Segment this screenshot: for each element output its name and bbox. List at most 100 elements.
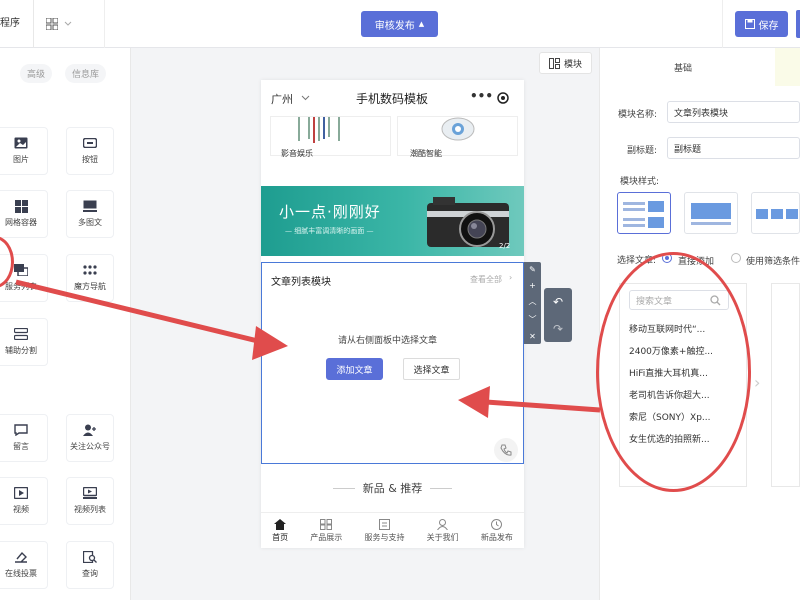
radio-use-filter[interactable]	[731, 253, 741, 263]
add-icon[interactable]: +	[529, 281, 536, 290]
grid-style-icon	[756, 209, 798, 219]
camera-device-image	[441, 117, 475, 141]
component-cube-nav[interactable]: 魔方导航	[66, 254, 114, 302]
card-style-icon	[691, 203, 731, 225]
component-grid-container[interactable]: 网格容器	[0, 190, 48, 238]
component-label: 魔方导航	[74, 282, 106, 291]
save-button[interactable]: 保存	[735, 11, 788, 37]
style-option-2[interactable]	[684, 192, 738, 234]
clock-icon	[491, 518, 503, 530]
button-icon	[83, 137, 97, 149]
image-icon	[14, 137, 28, 149]
undo-redo-panel: ↶ ↷	[544, 288, 572, 342]
move-up-icon[interactable]: ︿	[529, 296, 537, 307]
tab-info-library[interactable]: 信息库	[65, 64, 107, 83]
style-option-1[interactable]	[617, 192, 671, 234]
divider-icon	[14, 328, 28, 340]
component-follow-account[interactable]: 关注公众号	[66, 414, 114, 462]
component-query[interactable]: 查询	[66, 541, 114, 589]
component-label: 留言	[13, 442, 29, 451]
nav-about[interactable]: 关于我们	[427, 518, 459, 543]
component-label: 按钮	[82, 155, 98, 164]
subtitle-input[interactable]: 副标题	[667, 137, 800, 159]
publish-label: 审核发布	[374, 20, 415, 32]
tab-style-settings[interactable]	[775, 48, 800, 86]
module-name-value: 文章列表模块	[674, 108, 729, 119]
chevron-down-icon	[64, 21, 72, 26]
nav-service[interactable]: 服务与支持	[364, 518, 405, 543]
target-icon	[497, 92, 509, 104]
service-list-icon	[14, 264, 28, 276]
comment-icon	[14, 424, 28, 436]
banner-pager: 2/2	[499, 242, 511, 250]
component-label: 视频	[13, 505, 29, 514]
component-image[interactable]: 图片	[0, 127, 48, 175]
banner-subtitle: — 细腻丰富调清晰的画面 —	[285, 227, 374, 235]
transfer-arrow-icon[interactable]: ›	[754, 373, 760, 392]
component-label: 多图文	[78, 218, 102, 227]
chevron-right-icon: ›	[509, 273, 513, 282]
nav-new-release[interactable]: 新品发布	[481, 518, 513, 543]
select-article-button[interactable]: 选择文章	[403, 358, 460, 380]
banner-title: 小一点·刚刚好	[279, 203, 381, 221]
move-down-icon[interactable]: ﹀	[529, 314, 537, 325]
app-name-label: 程序	[0, 0, 34, 48]
edit-icon[interactable]: ✎	[529, 265, 536, 274]
divider-line	[332, 487, 355, 489]
component-button[interactable]: 按钮	[66, 127, 114, 175]
more-button[interactable]	[796, 10, 800, 38]
nav-products[interactable]: 产品展示	[310, 518, 342, 543]
component-label: 服务列表	[5, 282, 37, 291]
add-article-button[interactable]: 添加文章	[326, 358, 383, 380]
component-label: 查询	[82, 569, 98, 578]
component-online-vote[interactable]: 在线投票	[0, 541, 48, 589]
nav-label: 首页	[272, 532, 289, 542]
chevron-down-icon	[301, 95, 310, 101]
grid-icon	[14, 199, 28, 213]
category-card-entertainment[interactable]: 影音娱乐	[270, 116, 391, 158]
article-list-module[interactable]: 文章列表模块 查看全部 › 请从右侧面板中选择文章 添加文章 选择文章	[261, 262, 524, 464]
undo-icon[interactable]: ↶	[553, 295, 563, 309]
radio-use-filter-label: 使用筛选条件	[746, 257, 800, 267]
component-comment[interactable]: 留言	[0, 414, 48, 462]
component-label: 辅助分割	[5, 346, 37, 355]
city-selector[interactable]: 广州	[271, 91, 293, 107]
divider	[104, 0, 105, 48]
phone-call-button[interactable]	[494, 438, 518, 462]
module-list-button[interactable]: 模块	[539, 52, 592, 74]
card-label: 潮酷智能	[410, 149, 442, 158]
close-icon[interactable]: ✕	[529, 332, 536, 341]
follow-icon	[83, 424, 97, 436]
phone-header: 广州 手机数码模板 •••	[261, 80, 524, 116]
section-header: 新品 & 推荐	[261, 464, 524, 512]
component-video[interactable]: 视频	[0, 477, 48, 525]
subtitle-label: 副标题:	[627, 146, 658, 156]
search-doc-icon	[83, 551, 97, 563]
module-icon	[548, 57, 560, 69]
nav-home[interactable]: 首页	[272, 518, 289, 543]
grid-menu-button[interactable]	[46, 16, 82, 32]
component-video-list[interactable]: 视频列表	[66, 477, 114, 525]
component-label: 网格容器	[5, 218, 37, 227]
publish-button[interactable]: 审核发布 ▲	[361, 11, 438, 37]
style-option-3[interactable]	[751, 192, 800, 234]
video-icon	[14, 487, 28, 499]
module-toolbar: ✎ + ︿ ﹀ ✕	[524, 262, 541, 344]
component-label: 视频列表	[74, 505, 106, 514]
cables-image	[298, 117, 340, 143]
top-bar: 程序 审核发布 ▲ 保存	[0, 0, 800, 48]
module-name-input[interactable]: 文章列表模块	[667, 101, 800, 123]
card-label: 影音娱乐	[281, 149, 313, 158]
component-divider[interactable]: 辅助分割	[0, 318, 48, 366]
component-multi-image-text[interactable]: 多图文	[66, 190, 114, 238]
tab-advanced[interactable]: 高级	[20, 64, 53, 83]
redo-icon[interactable]: ↷	[553, 322, 563, 336]
tab-basic-settings[interactable]: 基础	[674, 61, 692, 74]
banner-image[interactable]: 小一点·刚刚好 — 细腻丰富调清晰的画面 — 2/2	[261, 186, 524, 256]
category-card-smart[interactable]: 潮酷智能	[397, 116, 518, 158]
nav-label: 服务与支持	[364, 532, 405, 542]
home-icon	[274, 518, 287, 530]
more-dots-icon[interactable]: •••	[470, 89, 493, 103]
save-icon	[744, 19, 755, 29]
view-all-link[interactable]: 查看全部	[470, 274, 502, 285]
